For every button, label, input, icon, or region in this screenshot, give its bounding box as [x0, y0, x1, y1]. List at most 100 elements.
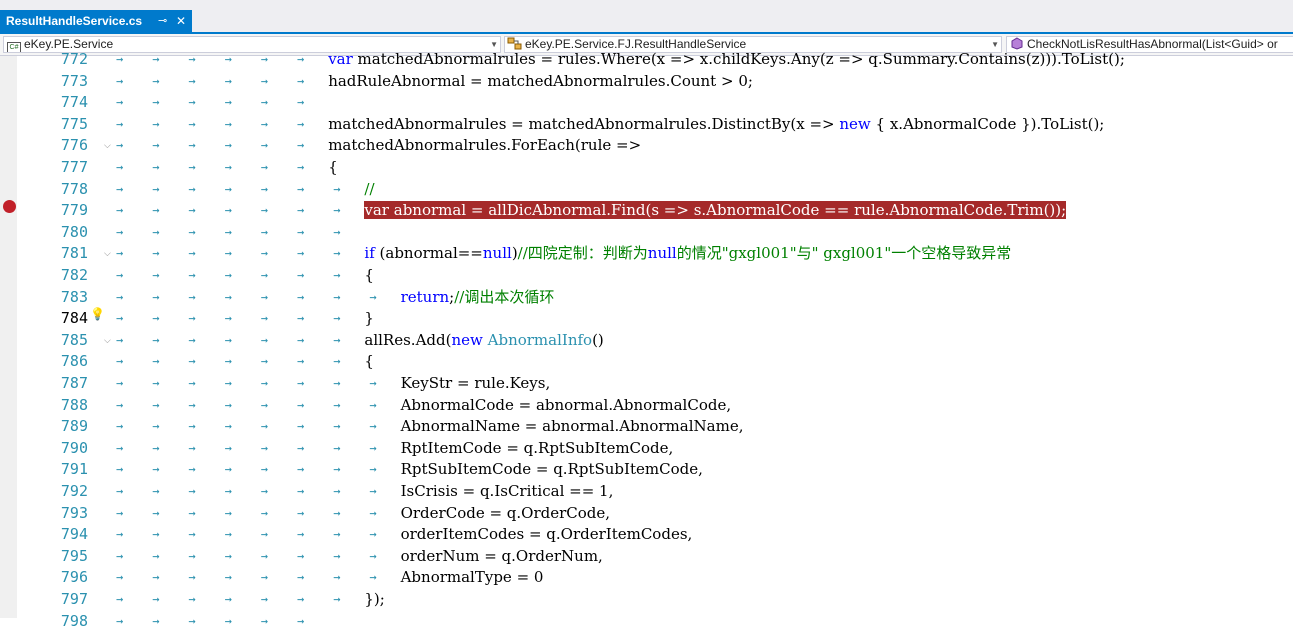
code-line[interactable]: AbnormalCode = abnormal.AbnormalCode, — [401, 395, 732, 417]
tab-arrow-icon: → — [188, 397, 196, 412]
code-line[interactable]: var abnormal = allDicAbnormal.Find(s => … — [364, 200, 1067, 222]
tab-arrow-icon: → — [188, 95, 196, 110]
code-text: RptSubItemCode = q.RptSubItemCode, — [400, 460, 703, 479]
tab-arrow-icon: → — [297, 592, 305, 606]
line-number: 776 — [60, 136, 88, 155]
tab-arrow-icon: → — [152, 592, 160, 606]
line-number: 778 — [60, 179, 88, 198]
tab-arrow-icon: → — [188, 462, 196, 477]
tab-arrow-icon: → — [188, 224, 196, 239]
tab-arrow-icon: → — [188, 592, 196, 606]
tab-arrow-icon: → — [260, 332, 269, 347]
tab-arrow-icon: → — [260, 376, 269, 390]
breakpoint-icon[interactable] — [3, 200, 16, 213]
code-line[interactable]: return;//调出本次循环 — [401, 287, 555, 309]
code-line[interactable]: }); — [364, 589, 384, 611]
tab-arrow-icon: → — [188, 570, 196, 585]
code-line[interactable]: hadRuleAbnormal = matchedAbnormalrules.C… — [328, 71, 753, 93]
tab-arrow-icon: → — [116, 95, 124, 110]
tab-arrow-icon: → — [224, 116, 232, 131]
tab-arrow-icon: → — [116, 419, 124, 434]
tab-arrow-icon: → — [152, 527, 160, 542]
tab-arrow-icon: → — [333, 311, 341, 326]
line-number: 781 — [60, 244, 88, 263]
tab-arrow-icon: → — [297, 376, 305, 390]
lightbulb-icon[interactable]: 💡 — [90, 307, 105, 321]
line-number: 797 — [60, 590, 88, 608]
collapse-icon[interactable]: ⌵ — [104, 330, 111, 352]
line-number: 785 — [60, 330, 88, 349]
tab-arrow-icon: → — [224, 52, 232, 66]
code-line[interactable]: if (abnormal==null)//四院定制：判断为null的情况"gxg… — [364, 243, 1011, 265]
tab-arrow-icon: → — [224, 203, 232, 218]
tab-arrow-icon: → — [116, 462, 124, 477]
tab-arrow-icon: → — [260, 613, 269, 628]
tab-arrow-icon: → — [116, 203, 124, 218]
tab-arrow-icon: → — [188, 268, 196, 282]
code-text: KeyStr = rule.Keys, — [400, 374, 551, 392]
code-line[interactable]: AbnormalName = abnormal.AbnormalName, — [401, 416, 744, 438]
tab-arrow-icon: → — [116, 268, 124, 282]
tab-arrow-icon: → — [297, 527, 305, 542]
tab-arrow-icon: → — [224, 484, 232, 498]
code-line[interactable]: { — [364, 351, 374, 373]
code-line[interactable]: orderNum = q.OrderNum, — [401, 546, 603, 568]
code-line[interactable]: // — [364, 179, 374, 201]
code-line[interactable]: AbnormalType = 0 — [401, 567, 544, 589]
code-line[interactable]: RptItemCode = q.RptSubItemCode, — [401, 438, 674, 460]
tab-arrow-icon: → — [116, 570, 124, 585]
tab-arrow-icon: → — [260, 592, 269, 606]
code-line[interactable]: IsCrisis = q.IsCritical == 1, — [401, 481, 614, 503]
tab-arrow-icon: → — [333, 203, 341, 218]
tab-arrow-icon: → — [116, 311, 124, 326]
tab-arrow-icon: → — [369, 484, 377, 498]
line-number: 791 — [60, 460, 88, 479]
tab-arrow-icon: → — [188, 527, 196, 542]
code-line[interactable]: OrderCode = q.OrderCode, — [401, 503, 610, 525]
code-line[interactable]: { — [364, 265, 374, 287]
code-line[interactable]: var matchedAbnormalrules = rules.Where(x… — [328, 49, 1125, 71]
tab-arrow-icon: → — [333, 376, 341, 390]
tab-arrow-icon: → — [224, 419, 232, 434]
tab-arrow-icon: → — [333, 462, 341, 477]
tab-arrow-icon: → — [116, 527, 124, 542]
line-number: 774 — [60, 93, 88, 112]
tab-arrow-icon: → — [297, 95, 305, 110]
tab-arrow-icon: → — [188, 181, 196, 196]
tab-arrow-icon: → — [224, 376, 232, 390]
tab-arrow-icon: → — [333, 181, 341, 196]
line-number: 794 — [60, 525, 88, 544]
code-line[interactable]: orderItemCodes = q.OrderItemCodes, — [401, 524, 693, 546]
tab-arrow-icon: → — [260, 419, 269, 434]
code-line[interactable]: RptSubItemCode = q.RptSubItemCode, — [401, 459, 703, 481]
code-line[interactable]: { — [328, 157, 338, 179]
tab-resulthandleservice[interactable]: ResultHandleService.cs ⊸ ✕ — [0, 10, 192, 32]
tab-arrow-icon: → — [224, 462, 232, 477]
tab-arrow-icon: → — [152, 354, 160, 369]
code-line[interactable]: allRes.Add(new AbnormalInfo() — [364, 330, 603, 352]
collapse-icon[interactable]: ⌵ — [104, 135, 111, 157]
collapse-icon[interactable]: ⌵ — [104, 243, 111, 265]
tab-arrow-icon: → — [224, 73, 232, 88]
tab-arrow-icon: → — [297, 311, 305, 326]
tab-arrow-icon: → — [260, 397, 269, 412]
code-line[interactable]: matchedAbnormalrules = matchedAbnormalru… — [328, 114, 1104, 136]
tab-arrow-icon: → — [369, 440, 377, 455]
code-line[interactable]: matchedAbnormalrules.ForEach(rule => — [328, 135, 641, 157]
tab-arrow-icon: → — [297, 160, 305, 174]
code-line[interactable]: } — [364, 308, 374, 330]
code-line[interactable]: KeyStr = rule.Keys, — [401, 373, 551, 395]
pin-icon[interactable]: ⊸ — [158, 10, 167, 32]
code-text: matchedAbnormalrules.ForEach(rule => — [328, 136, 642, 155]
tab-arrow-icon: → — [152, 203, 160, 218]
tab-arrow-icon: → — [152, 505, 160, 520]
tab-arrow-icon: → — [297, 332, 305, 347]
tab-arrow-icon: → — [188, 73, 196, 88]
indicator-margin[interactable] — [0, 56, 17, 618]
tab-arrow-icon: → — [333, 224, 341, 239]
tab-arrow-icon: → — [333, 527, 341, 542]
tab-arrow-icon: → — [333, 354, 341, 369]
close-icon[interactable]: ✕ — [176, 10, 186, 32]
code-text: { — [328, 158, 338, 176]
line-number: 786 — [60, 352, 88, 371]
